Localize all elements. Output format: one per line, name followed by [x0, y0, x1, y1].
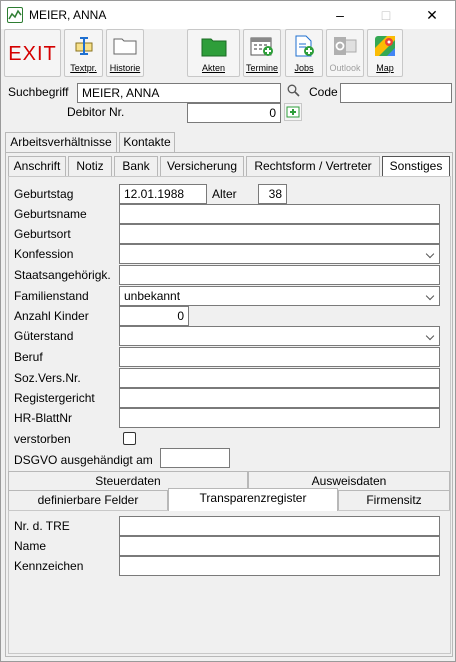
code-input[interactable]: [340, 83, 452, 103]
dsgvo-label: DSGVO ausgehändigt am: [14, 453, 153, 467]
tre-nr-label: Nr. d. TRE: [14, 519, 70, 533]
close-button[interactable]: ✕: [409, 1, 455, 29]
tab-arbeitsverhaeltnisse[interactable]: Arbeitsverhältnisse: [5, 132, 117, 152]
suchbegriff-input[interactable]: MEIER, ANNA: [77, 83, 281, 103]
termine-label: Termine: [245, 63, 278, 73]
calendar-icon: [250, 35, 274, 60]
map-icon: [374, 35, 396, 60]
konfession-label: Konfession: [14, 247, 74, 261]
hrblatt-label: HR-BlattNr: [14, 411, 73, 425]
dsgvo-date-input[interactable]: [160, 448, 230, 468]
historie-button[interactable]: Historie: [106, 29, 144, 77]
map-button[interactable]: Map: [367, 29, 403, 77]
tab-bank[interactable]: Bank: [114, 156, 158, 176]
familienstand-select[interactable]: unbekannt: [119, 286, 440, 306]
textpr-icon: [73, 35, 95, 60]
alter-input[interactable]: 38: [258, 184, 287, 204]
tre-name-label: Name: [14, 539, 47, 553]
folder-icon: [113, 35, 137, 58]
termine-button[interactable]: Termine: [243, 29, 281, 77]
application-window: MEIER, ANNA – □ ✕ EXIT Textpr. Historie …: [0, 0, 456, 662]
tab-firmensitz[interactable]: Firmensitz: [338, 490, 450, 510]
verstorben-checkbox[interactable]: [123, 432, 136, 445]
suchbegriff-label: Suchbegriff: [8, 85, 69, 99]
jobs-label: Jobs: [294, 63, 314, 73]
map-label: Map: [376, 63, 394, 73]
beruf-input[interactable]: [119, 347, 440, 367]
code-label: Code: [309, 85, 338, 99]
debitor-label: Debitor Nr.: [67, 105, 125, 119]
registergericht-input[interactable]: [119, 388, 440, 408]
geburtstag-input[interactable]: 12.01.1988: [119, 184, 207, 204]
anzahl-kinder-input[interactable]: 0: [119, 306, 189, 326]
staatsangehoerigkeit-input[interactable]: [119, 265, 440, 285]
beruf-label: Beruf: [14, 350, 43, 364]
tab-sonstiges[interactable]: Sonstiges: [382, 156, 450, 176]
gueterstand-label: Güterstand: [14, 329, 74, 343]
geburtstag-label: Geburtstag: [14, 187, 74, 201]
hrblatt-input[interactable]: [119, 408, 440, 428]
app-chart-icon: [7, 7, 23, 23]
tre-nr-input[interactable]: [119, 516, 440, 536]
debitor-input[interactable]: 0: [187, 103, 281, 123]
search-icon[interactable]: [284, 84, 302, 102]
tab-kontakte[interactable]: Kontakte: [119, 132, 175, 152]
toolbar: EXIT Textpr. Historie Akten Termine Jobs…: [1, 29, 455, 79]
title-bar: MEIER, ANNA – □ ✕: [1, 1, 455, 29]
tab-transparenzregister[interactable]: Transparenzregister: [168, 488, 338, 511]
geburtsort-input[interactable]: [119, 224, 440, 244]
alter-label: Alter: [212, 187, 237, 201]
textpr-button[interactable]: Textpr.: [64, 29, 103, 77]
add-debitor-icon[interactable]: [284, 103, 302, 121]
tab-notiz[interactable]: Notiz: [68, 156, 112, 176]
tre-kennzeichen-input[interactable]: [119, 556, 440, 576]
geburtsname-input[interactable]: [119, 204, 440, 224]
tab-definierbare-felder[interactable]: definierbare Felder: [8, 490, 168, 510]
konfession-select[interactable]: [119, 244, 440, 264]
registergericht-label: Registergericht: [14, 391, 95, 405]
tre-kennzeichen-label: Kennzeichen: [14, 559, 84, 573]
familienstand-label: Familienstand: [14, 289, 89, 303]
exit-button[interactable]: EXIT: [4, 29, 61, 77]
jobs-document-icon: [293, 35, 315, 60]
maximize-button[interactable]: □: [363, 1, 409, 29]
geburtsort-label: Geburtsort: [14, 227, 71, 241]
tab-versicherung[interactable]: Versicherung: [160, 156, 244, 176]
exit-label: EXIT: [8, 43, 57, 65]
sozvers-input[interactable]: [119, 368, 440, 388]
gueterstand-select[interactable]: [119, 326, 440, 346]
outlook-icon: [333, 35, 357, 60]
green-folder-icon: [201, 35, 227, 60]
jobs-button[interactable]: Jobs: [285, 29, 323, 77]
sozvers-label: Soz.Vers.Nr.: [14, 371, 81, 385]
verstorben-label: verstorben: [14, 432, 71, 446]
akten-button[interactable]: Akten: [187, 29, 240, 77]
tre-name-input[interactable]: [119, 536, 440, 556]
historie-label: Historie: [109, 63, 141, 73]
anzahl-kinder-label: Anzahl Kinder: [14, 309, 89, 323]
window-title: MEIER, ANNA: [29, 8, 107, 22]
outlook-label: Outlook: [329, 63, 361, 73]
tab-anschrift[interactable]: Anschrift: [8, 156, 66, 176]
minimize-button[interactable]: –: [317, 1, 363, 29]
geburtsname-label: Geburtsname: [14, 207, 87, 221]
textpr-label: Textpr.: [70, 63, 97, 73]
outlook-button[interactable]: Outlook: [326, 29, 364, 77]
tab-rechtsform-vertreter[interactable]: Rechtsform / Vertreter: [246, 156, 380, 176]
akten-label: Akten: [201, 63, 225, 73]
staatsangehoerigkeit-label: Staatsangehörigk.: [14, 268, 111, 282]
